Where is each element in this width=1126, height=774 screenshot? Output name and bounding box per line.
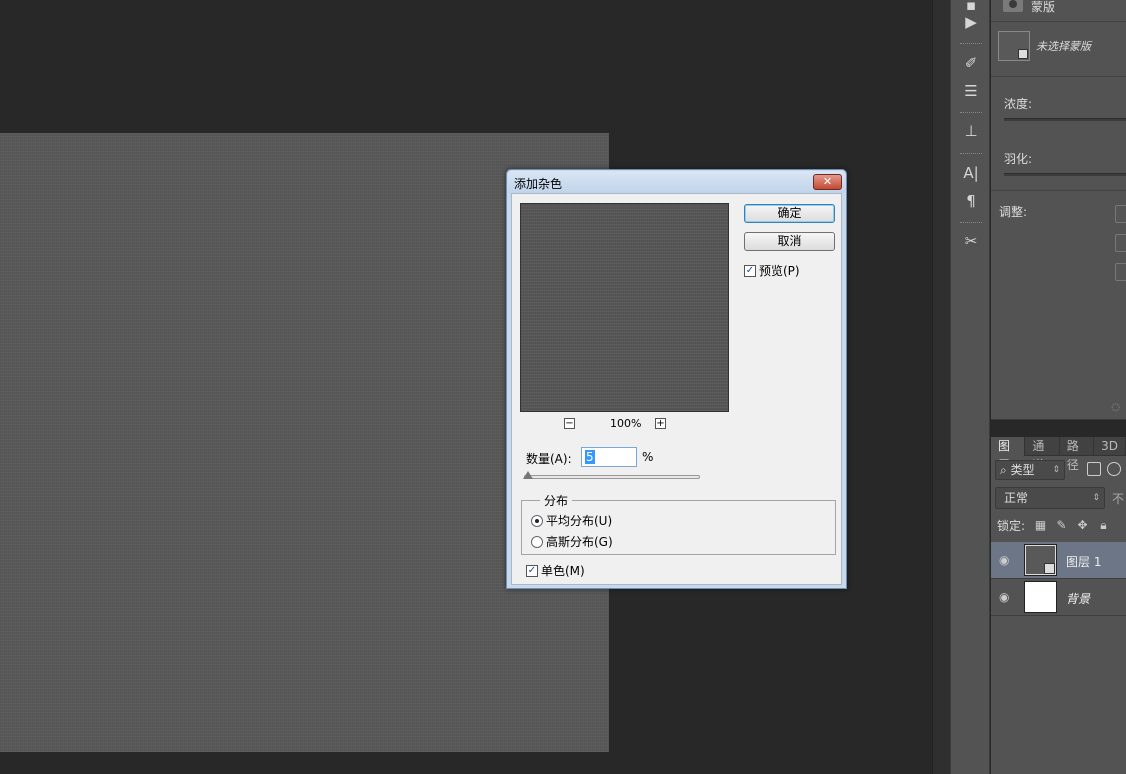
mono-checkbox[interactable]: ✓ (526, 565, 538, 577)
uniform-label: 平均分布(U) (546, 514, 613, 528)
density-slider[interactable] (1004, 118, 1126, 121)
panel-icon-strip: ▪ ▶ ✐ ☰ ⊥ A| ¶ ✂ (950, 0, 990, 774)
tab-channels[interactable]: 通道 (1025, 437, 1060, 472)
mask-panel-title: 蒙版 (1031, 0, 1056, 14)
layer-filter-label: 类型 (1010, 463, 1035, 477)
layer-filter-row: ⌕ 类型 ⇕ (995, 460, 1126, 480)
panel-grip[interactable] (960, 153, 982, 156)
layer-filter-select[interactable]: ⌕ 类型 ⇕ (995, 460, 1065, 480)
layer-row[interactable]: ◉ 背景 (991, 579, 1126, 616)
feather-slider[interactable] (1004, 173, 1126, 176)
tab-layers[interactable]: 图层 (991, 437, 1026, 472)
lock-transparency-icon[interactable]: ▦ (1034, 519, 1047, 532)
dropdown-arrow-icon: ⇕ (1052, 465, 1060, 475)
zoom-out-button[interactable]: − (564, 418, 575, 429)
panel-grip[interactable] (960, 43, 982, 46)
amount-slider[interactable] (524, 475, 700, 479)
color-range-button[interactable] (1115, 234, 1126, 252)
dropdown-arrow-icon: ⇕ (1092, 493, 1100, 503)
uniform-radio[interactable] (531, 515, 543, 527)
tab-3d[interactable]: 3D (1094, 437, 1126, 456)
distribution-label: 分布 (540, 492, 573, 509)
feather-label: 羽化: (1004, 152, 1033, 166)
panel-grip[interactable] (960, 112, 982, 115)
close-button[interactable]: ✕ (813, 174, 842, 190)
visibility-eye-icon[interactable]: ◉ (999, 553, 1009, 567)
tab-paths[interactable]: 路径 (1060, 437, 1095, 472)
invert-button[interactable] (1115, 263, 1126, 281)
paragraph-icon[interactable]: ¶ (959, 190, 983, 212)
adjust-label: 调整: (999, 205, 1028, 219)
panel-dock-strip (932, 0, 950, 774)
resize-grip-icon[interactable]: ◌ (1111, 402, 1120, 413)
blend-mode-select[interactable]: 正常 ⇕ (995, 487, 1105, 509)
divider (991, 76, 1126, 77)
distribution-group: 分布 平均分布(U) 高斯分布(G) (521, 492, 836, 555)
visibility-eye-icon[interactable]: ◉ (999, 590, 1009, 604)
adjust-icon[interactable]: ☰ (959, 80, 983, 102)
blend-mode-value: 正常 (1004, 491, 1029, 505)
lock-label: 锁定: (997, 519, 1026, 533)
mask-status: 未选择蒙版 (1036, 40, 1091, 53)
mask-icon[interactable] (1003, 0, 1023, 12)
preview-checkbox[interactable]: ✓ (744, 265, 756, 277)
filter-preview[interactable] (520, 203, 729, 412)
layers-panel: 图层 通道 路径 3D ⌕ 类型 ⇕ 正常 ⇕ 不 锁定: ▦ ✎ ✥ 🔒︎ ◉… (991, 437, 1126, 774)
density-label: 浓度: (1004, 97, 1033, 111)
layer-name: 图层 1 (1066, 555, 1102, 569)
lock-move-icon[interactable]: ✥ (1076, 519, 1089, 532)
gaussian-radio[interactable] (531, 536, 543, 548)
dialog-title: 添加杂色 (514, 177, 563, 191)
amount-label: 数量(A): (526, 452, 572, 466)
layer-name: 背景 (1066, 592, 1091, 606)
mono-label: 单色(M) (541, 564, 585, 578)
opacity-label: 不 (1112, 492, 1125, 506)
panel-grip[interactable] (960, 222, 982, 225)
mask-thumbnail[interactable] (998, 31, 1030, 61)
amount-slider-thumb[interactable] (523, 471, 534, 479)
ok-button[interactable]: 确定 (744, 204, 835, 223)
preview-label: 预览(P) (759, 264, 800, 278)
zoom-in-button[interactable]: + (655, 418, 666, 429)
lock-all-icon[interactable]: 🔒︎ (1097, 519, 1110, 532)
search-icon: ⌕ (1000, 463, 1011, 477)
amount-value: 5 (585, 450, 595, 464)
cancel-button[interactable]: 取消 (744, 232, 835, 251)
play-icon[interactable]: ▶ (959, 11, 983, 33)
zoom-level: 100% (610, 417, 642, 430)
add-noise-dialog: 添加杂色 ✕ − 100% + 确定 取消 ✓ 预览(P) 数量(A): 5 %… (506, 169, 847, 589)
dialog-body: − 100% + 确定 取消 ✓ 预览(P) 数量(A): 5 % 分布 平均分… (511, 193, 842, 585)
gaussian-label: 高斯分布(G) (546, 535, 613, 549)
amount-unit: % (642, 450, 654, 464)
layer-row[interactable]: ◉ 图层 1 (991, 542, 1126, 579)
select-mask-button[interactable] (1115, 205, 1126, 223)
tools-icon[interactable]: ✂ (959, 230, 983, 252)
pixel-filter-icon[interactable] (1087, 462, 1101, 476)
divider (991, 190, 1126, 191)
amount-input[interactable]: 5 (581, 447, 637, 467)
mask-properties-panel: 蒙版 未选择蒙版 浓度: 羽化: 调整: ◌ (991, 0, 1126, 420)
character-icon[interactable]: A| (959, 162, 983, 184)
layers-panel-tabs: 图层 通道 路径 3D (991, 437, 1126, 472)
lock-row: 锁定: ▦ ✎ ✥ 🔒︎ (997, 517, 1126, 537)
adjustment-filter-icon[interactable] (1107, 462, 1121, 476)
layer-thumbnail[interactable] (1024, 581, 1057, 613)
lock-brush-icon[interactable]: ✎ (1055, 519, 1068, 532)
mask-panel-header: 蒙版 (991, 0, 1126, 22)
stamp-icon[interactable]: ⊥ (959, 120, 983, 142)
dialog-titlebar[interactable]: 添加杂色 ✕ (508, 171, 845, 193)
layer-thumbnail[interactable] (1024, 544, 1057, 576)
brush-icon[interactable]: ✐ (959, 52, 983, 74)
